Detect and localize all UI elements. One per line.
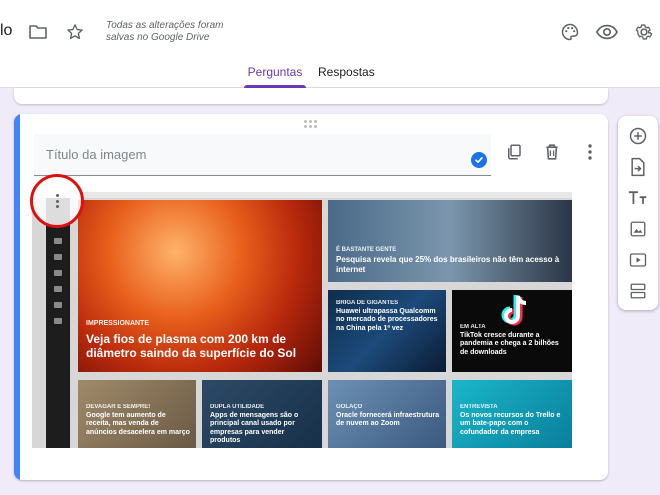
- news-tile: Entrevista Os novos recursos do Trello e…: [452, 380, 572, 448]
- uploaded-image: Impressionante Veja fios de plasma com 2…: [32, 192, 572, 448]
- more-options-icon[interactable]: [580, 142, 600, 162]
- tab-respostas[interactable]: Respostas: [318, 66, 375, 88]
- active-card-indicator: [14, 114, 20, 480]
- browser-bar: [32, 192, 572, 198]
- tiktok-logo-icon: [501, 295, 527, 326]
- preview-eye-icon[interactable]: [595, 20, 619, 44]
- image-options-icon[interactable]: [52, 192, 62, 210]
- delete-trash-icon[interactable]: [542, 142, 562, 162]
- add-section-icon[interactable]: [626, 279, 650, 303]
- news-tile: Devagar e sempre! Google tem aumento de …: [78, 380, 196, 448]
- image-title-field[interactable]: [34, 134, 491, 176]
- tab-perguntas[interactable]: Perguntas: [244, 66, 306, 88]
- folder-icon[interactable]: [26, 20, 50, 44]
- palette-icon[interactable]: [558, 20, 582, 44]
- news-tile: Em alta TikTok cresce durante a pandemia…: [452, 290, 572, 372]
- image-item-card[interactable]: Impressionante Veja fios de plasma com 2…: [14, 114, 608, 480]
- add-video-icon[interactable]: [626, 248, 650, 272]
- news-tile: Dupla utilidade Apps de mensagens são o …: [202, 380, 322, 448]
- previous-question-card[interactable]: [14, 88, 608, 104]
- star-icon[interactable]: [63, 20, 87, 44]
- image-title-input[interactable]: [34, 134, 454, 174]
- settings-gear-icon[interactable]: [632, 20, 656, 44]
- drag-handle-icon[interactable]: [304, 120, 318, 128]
- import-questions-icon[interactable]: [626, 155, 650, 179]
- duplicate-icon[interactable]: [504, 142, 524, 162]
- news-tile: Impressionante Veja fios de plasma com 2…: [78, 200, 322, 372]
- add-question-icon[interactable]: [626, 124, 650, 148]
- site-sidebar: [46, 198, 70, 448]
- check-circle-icon: [471, 152, 487, 168]
- add-title-text-icon[interactable]: [626, 186, 650, 210]
- floating-toolbar: [618, 116, 658, 310]
- app-header: lo Todas as alterações foram salvas no G…: [0, 0, 660, 88]
- news-tile: Briga de gigantes Huawei ultrapassa Qual…: [328, 290, 446, 372]
- news-tile: Golaço Oracle fornecerá infraestrutura d…: [328, 380, 446, 448]
- form-title-fragment[interactable]: lo: [0, 22, 12, 40]
- add-image-icon[interactable]: [626, 217, 650, 241]
- news-tile: É bastante gente Pesquisa revela que 25%…: [328, 200, 572, 282]
- save-status-text: Todas as alterações foram salvas no Goog…: [106, 20, 224, 43]
